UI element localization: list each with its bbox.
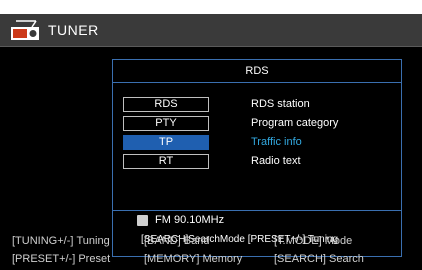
fm-band-icon (137, 215, 148, 226)
key-guide-row-2: [PRESET+/-] Preset [MEMORY] Memory [SEAR… (12, 253, 364, 265)
key-name: [PRESET+/-] (12, 253, 76, 265)
key-guide-item: [MEMORY] Memory (144, 253, 274, 265)
option-tp-description: Traffic info (251, 136, 302, 148)
key-action: Memory (202, 253, 243, 265)
tuner-screen: TUNER RDS RDS RDS station PTY Program ca… (0, 14, 422, 270)
option-rds-description: RDS station (251, 98, 310, 110)
frequency-readout: FM 90.10MHz (155, 214, 224, 226)
key-name: [TUNING+/-] (12, 235, 74, 247)
key-action: Tuning (76, 235, 110, 247)
key-guide-item: [PRESET+/-] Preset (12, 253, 144, 265)
panel-title: RDS (113, 60, 401, 83)
key-name: [BAND] (144, 235, 181, 247)
option-pty[interactable]: PTY (123, 116, 209, 131)
key-name: [SEARCH] (274, 253, 326, 265)
panel-divider (113, 210, 401, 211)
key-guide-item: [T.MODE] Mode (274, 235, 352, 247)
key-action: Preset (78, 253, 111, 265)
key-name: [T.MODE] (274, 235, 322, 247)
frequency-value: 90.10MHz (173, 214, 225, 226)
key-name: [MEMORY] (144, 253, 200, 265)
band-label: FM (155, 214, 171, 226)
option-rds[interactable]: RDS (123, 97, 209, 112)
header-bar: TUNER (0, 14, 422, 47)
key-guide-row-1: [TUNING+/-] Tuning [BAND] Band [T.MODE] … (12, 235, 352, 247)
bottom-key-guide: [TUNING+/-] Tuning [BAND] Band [T.MODE] … (0, 235, 422, 270)
key-action: Search (329, 253, 364, 265)
option-rt[interactable]: RT (123, 154, 209, 169)
radio-icon (11, 20, 39, 40)
top-margin (0, 0, 422, 14)
key-guide-item: [SEARCH] Search (274, 253, 364, 265)
option-pty-description: Program category (251, 117, 339, 129)
option-rt-description: Radio text (251, 155, 301, 167)
key-action: Band (183, 235, 210, 247)
option-tp[interactable]: TP (123, 135, 209, 150)
header-title: TUNER (48, 22, 99, 38)
key-guide-item: [BAND] Band (144, 235, 274, 247)
key-guide-item: [TUNING+/-] Tuning (12, 235, 144, 247)
rds-panel: RDS RDS RDS station PTY Program category… (112, 59, 402, 257)
key-action: Mode (324, 235, 353, 247)
